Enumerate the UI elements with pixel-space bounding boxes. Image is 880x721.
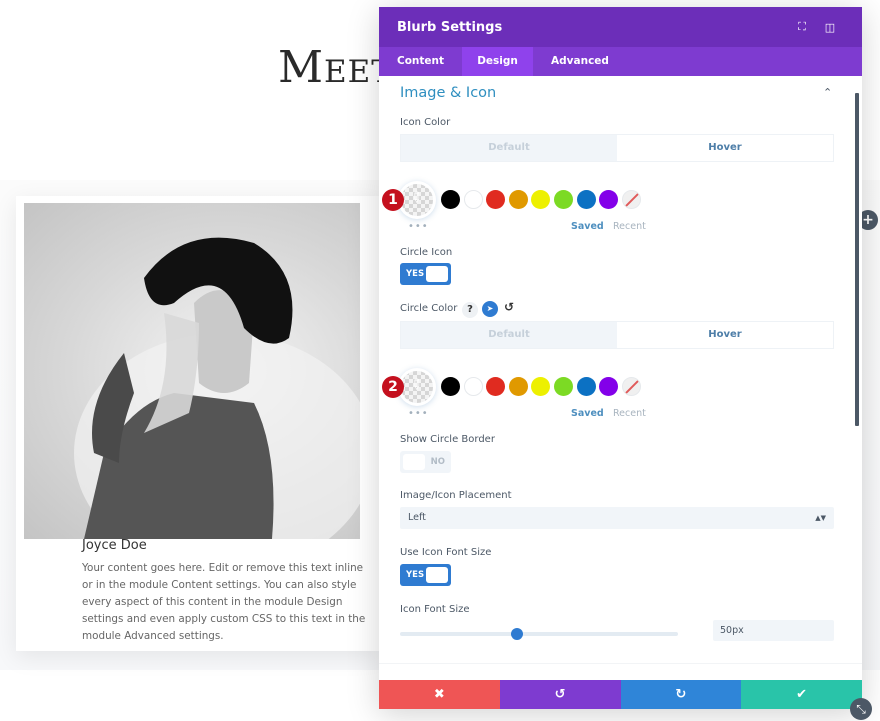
modal-header: Blurb Settings ⛶ ◫	[379, 7, 862, 47]
icon-font-size-label: Icon Font Size	[400, 604, 470, 615]
color-swatch[interactable]	[599, 190, 619, 209]
placement-label: Image/Icon Placement	[400, 490, 512, 501]
icon-color-picker-button[interactable]: ✎	[401, 184, 433, 216]
blurb-card[interactable]: Joyce Doe Your content goes here. Edit o…	[16, 196, 380, 651]
card-body-text: Your content goes here. Edit or remove t…	[82, 562, 366, 642]
toggle-state: YES	[406, 269, 425, 279]
color-swatch[interactable]	[508, 190, 528, 209]
saved-colors-tab[interactable]: Saved	[571, 221, 604, 232]
recent-colors-tab[interactable]: Recent	[613, 408, 646, 419]
use-icon-font-size-label: Use Icon Font Size	[400, 547, 492, 558]
toggle-knob	[403, 454, 425, 470]
color-swatch[interactable]	[486, 377, 506, 396]
icon-color-hover-tab[interactable]: Hover	[617, 135, 833, 161]
show-circle-border-label: Show Circle Border	[400, 434, 495, 445]
show-circle-border-toggle[interactable]: NO	[400, 451, 451, 473]
toggle-state: NO	[430, 457, 445, 467]
select-arrows-icon: ▲▼	[815, 514, 826, 522]
color-swatch[interactable]	[463, 377, 483, 396]
blurb-settings-modal: Blurb Settings ⛶ ◫ Content Design Advanc…	[379, 7, 862, 709]
divider	[379, 663, 862, 664]
color-swatch[interactable]	[531, 190, 551, 209]
color-swatch[interactable]	[508, 377, 528, 396]
circle-icon-label: Circle Icon	[400, 247, 453, 258]
icon-color-label: Icon Color	[400, 117, 451, 128]
use-icon-font-size-toggle[interactable]: YES	[400, 564, 451, 586]
placement-select[interactable]: Left ▲▼	[400, 507, 834, 529]
redo-button[interactable]: ↻	[620, 680, 742, 709]
no-color-swatch[interactable]	[621, 377, 641, 396]
circle-color-hover-tab[interactable]: Hover	[617, 322, 833, 348]
tab-content[interactable]: Content	[379, 47, 462, 76]
icon-color-palette: ✎ 1 ••• Saved Recent	[382, 183, 652, 233]
circle-color-picker-button[interactable]: ✎	[401, 371, 433, 403]
modal-body: Image & Icon ⌃ Icon Color Default Hover …	[379, 76, 862, 677]
profile-photo	[24, 203, 360, 539]
icon-color-mode-tabs: Default Hover	[400, 134, 834, 162]
circle-color-label: Circle Color	[400, 303, 458, 314]
eyedropper-icon: ✎	[406, 375, 426, 395]
split-view-icon[interactable]: ◫	[816, 21, 844, 34]
modal-title: Blurb Settings	[397, 19, 503, 35]
icon-color-default-tab[interactable]: Default	[401, 135, 617, 161]
placement-value: Left	[408, 512, 426, 523]
help-icon[interactable]: ?	[462, 302, 478, 318]
color-swatch[interactable]	[441, 377, 460, 396]
color-swatch[interactable]	[441, 190, 460, 209]
circle-color-default-tab[interactable]: Default	[401, 322, 617, 348]
icon-font-size-input[interactable]	[713, 620, 834, 641]
page-heading: Meet	[278, 42, 393, 93]
photo-illustration	[74, 237, 360, 539]
saved-colors-tab[interactable]: Saved	[571, 408, 604, 419]
fullscreen-icon[interactable]: ⛶	[788, 20, 816, 34]
chevron-up-icon[interactable]: ⌃	[823, 86, 832, 99]
resize-handle-icon[interactable]: ⤡	[850, 698, 872, 720]
color-swatch[interactable]	[486, 190, 506, 209]
color-swatch[interactable]	[576, 377, 596, 396]
recent-colors-tab[interactable]: Recent	[613, 221, 646, 232]
slider-thumb[interactable]	[510, 628, 523, 640]
more-options-icon[interactable]: •••	[408, 408, 429, 419]
color-swatch[interactable]	[463, 190, 483, 209]
cancel-button[interactable]: ✖	[379, 680, 500, 709]
more-options-icon[interactable]: •••	[408, 221, 429, 232]
step-badge-1: 1	[382, 189, 404, 211]
circle-color-palette: ✎ 2 ••• Saved Recent	[382, 370, 652, 420]
toggle-knob	[426, 266, 448, 282]
color-swatch[interactable]	[531, 377, 551, 396]
color-swatch[interactable]	[599, 377, 619, 396]
circle-icon-toggle[interactable]: YES	[400, 263, 451, 285]
toggle-state: YES	[406, 570, 425, 580]
step-badge-2: 2	[382, 376, 404, 398]
color-swatch[interactable]	[554, 190, 573, 209]
save-button[interactable]: ✔	[741, 680, 862, 709]
tab-design[interactable]: Design	[462, 47, 534, 76]
undo-button[interactable]: ↺	[499, 680, 621, 709]
no-color-swatch[interactable]	[621, 190, 641, 209]
modal-footer: ✖ ↺ ↻ ✔	[379, 680, 862, 709]
hover-cursor-icon[interactable]: ➤	[482, 301, 498, 317]
reset-icon[interactable]: ↺	[504, 300, 514, 314]
circle-color-mode-tabs: Default Hover	[400, 321, 834, 349]
scrollbar[interactable]	[855, 93, 859, 426]
section-title[interactable]: Image & Icon	[400, 85, 496, 101]
settings-tabs: Content Design Advanced	[379, 47, 862, 76]
card-title: Joyce Doe	[82, 538, 147, 553]
color-swatch[interactable]	[554, 377, 573, 396]
eyedropper-icon: ✎	[406, 188, 426, 208]
icon-font-size-slider[interactable]	[400, 628, 678, 640]
tab-advanced[interactable]: Advanced	[533, 47, 627, 76]
color-swatch[interactable]	[576, 190, 596, 209]
toggle-knob	[426, 567, 448, 583]
